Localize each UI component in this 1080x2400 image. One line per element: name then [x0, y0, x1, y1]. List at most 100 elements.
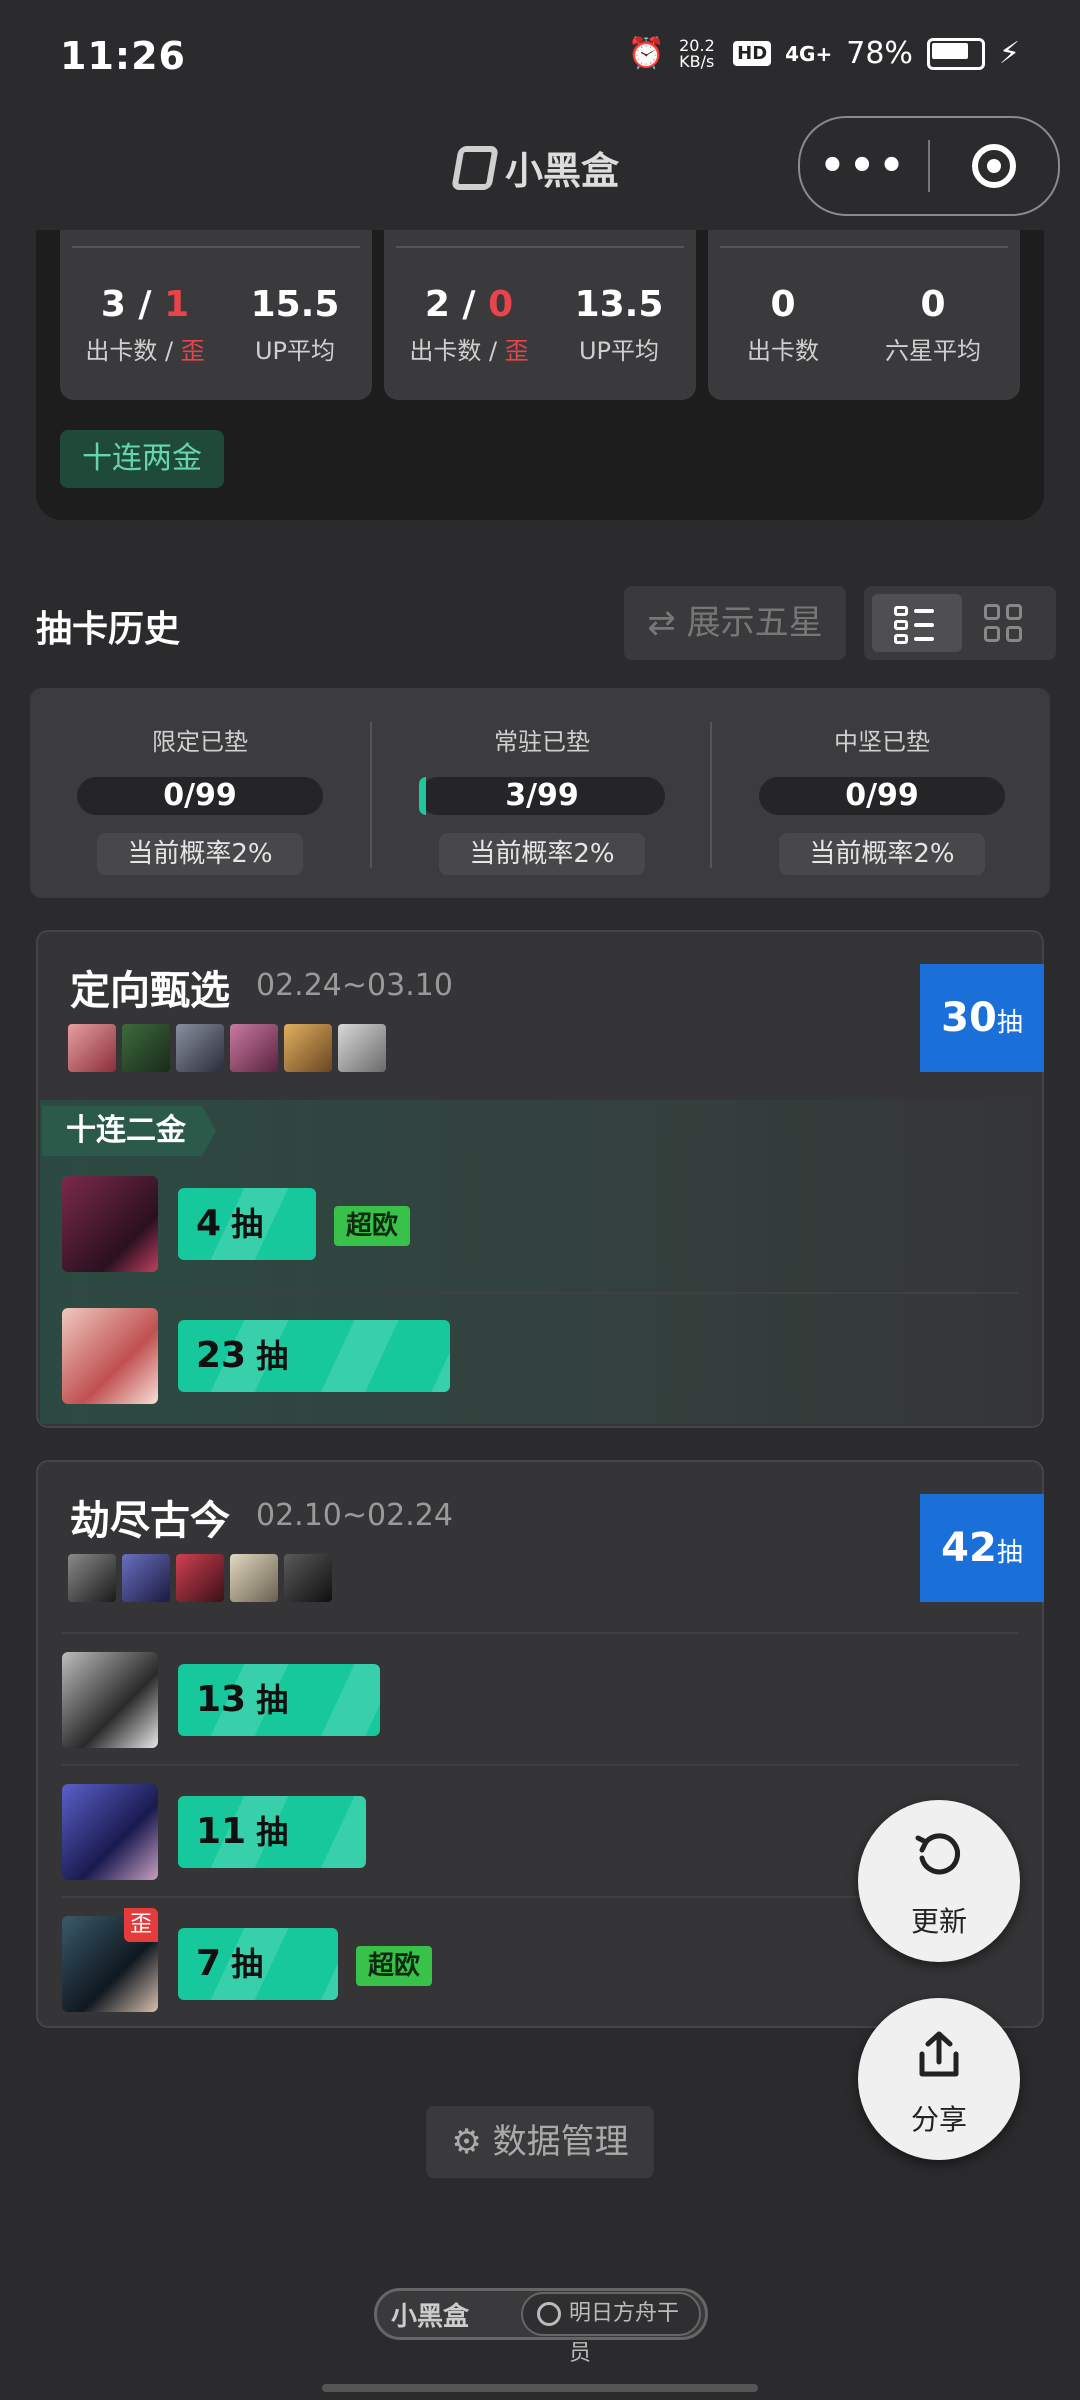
featured-operators	[68, 1554, 332, 1602]
pull-unit: 抽	[231, 1945, 264, 1983]
pity-bar: 0/99	[759, 777, 1005, 815]
banner-date: 02.10~02.24	[256, 1498, 453, 1533]
stat-card-standard: 2 / 0 出卡数 / 歪 13.5 UP平均	[384, 230, 696, 400]
stat-label-off: 歪	[504, 337, 529, 365]
stat-pulls: 2 / 0 出卡数 / 歪	[409, 284, 529, 365]
operator-avatar	[338, 1024, 386, 1072]
footer-brand: 小黑盒	[391, 2301, 470, 2332]
featured-operators	[68, 1024, 386, 1072]
battery-icon	[926, 37, 985, 70]
pull-row: 4抽 超欧	[62, 1158, 1002, 1288]
footer-brand-search[interactable]: 小黑盒 明日方舟干员	[374, 2288, 708, 2366]
divider	[72, 246, 360, 248]
pull-count-unit: 抽	[996, 1538, 1023, 1568]
pull-count-unit: 抽	[996, 1008, 1023, 1038]
operator-avatar	[284, 1024, 332, 1072]
pity-limited: 限定已垫 0/99 当前概率2%	[30, 688, 370, 898]
operator-portrait	[62, 1176, 158, 1272]
stat-value: 0	[920, 284, 946, 325]
operator-avatar	[176, 1554, 224, 1602]
pity-title: 中坚已垫	[834, 728, 930, 756]
pull-count-bar: 11 抽	[178, 1796, 366, 1868]
xiaoheihe-logo-icon	[451, 145, 499, 190]
stat-off-value: 0	[488, 284, 514, 325]
more-button[interactable]: •••	[800, 143, 928, 189]
alarm-icon: ⏰	[627, 36, 666, 71]
summary-card: 3 / 1 出卡数 / 歪 15.5 UP平均 2 / 0 出卡数 / 歪 13…	[36, 230, 1044, 520]
list-view-icon	[894, 604, 934, 644]
banner-name: 劫尽古今	[70, 1498, 230, 1544]
stat-pulls: 0 出卡数	[708, 284, 858, 366]
title-bar: 小黑盒 •••	[0, 110, 1080, 230]
pity-value: 0/99	[163, 778, 237, 813]
battery-percent: 78%	[846, 36, 913, 71]
pull-unit: 抽	[256, 1681, 289, 1719]
net-speed: 20.2 KB/s	[679, 35, 715, 71]
stat-value: 0	[770, 284, 796, 325]
stat-value: 3	[100, 284, 126, 325]
pull-unit: 抽	[256, 1337, 289, 1375]
charging-icon: ⚡	[998, 36, 1020, 71]
stat-label: 出卡数 /	[85, 337, 181, 365]
show-five-star-button[interactable]: ⇄ 展示五星	[624, 586, 846, 660]
data-management-button[interactable]: ⚙ 数据管理	[426, 2106, 654, 2178]
banner-card[interactable]: 定向甄选 02.24~03.10 30抽 十连二金 4抽 超欧 23 抽	[36, 930, 1044, 1428]
status-icons: ⏰ 20.2 KB/s HD 4G+ 78% ⚡	[628, 36, 1020, 71]
pull-count-bar: 13 抽	[178, 1664, 380, 1736]
pull-count-value: 42	[941, 1525, 997, 1571]
section-title: 抽卡历史	[36, 609, 181, 650]
data-management-label: 数据管理	[492, 2122, 629, 2162]
pull-count: 11	[196, 1811, 247, 1852]
refresh-button[interactable]: 更新	[858, 1800, 1020, 1962]
ten-pull-tag: 十连两金	[60, 430, 224, 488]
stat-six-star-avg: 0 六星平均	[858, 284, 1008, 366]
operator-avatar	[284, 1554, 332, 1602]
divider	[396, 246, 684, 248]
stat-value: 15.5	[250, 284, 340, 325]
pity-core: 中坚已垫 0/99 当前概率2%	[712, 688, 1052, 898]
pull-count: 23	[196, 1335, 247, 1376]
lucky-badge: 超欧	[356, 1946, 433, 1986]
divider	[720, 246, 1008, 248]
operator-avatar	[230, 1554, 278, 1602]
share-button[interactable]: 分享	[858, 1998, 1020, 2160]
pity-rate: 当前概率2%	[439, 833, 645, 875]
pull-row: 23 抽	[62, 1290, 1002, 1420]
lucky-badge: 超欧	[334, 1206, 411, 1246]
stat-label: 出卡数 /	[409, 337, 505, 365]
operator-avatar	[68, 1024, 116, 1072]
pity-rate: 当前概率2%	[779, 833, 985, 875]
pull-count: 7	[196, 1943, 222, 1984]
pity-value: 0/99	[845, 778, 919, 813]
share-icon	[919, 2031, 959, 2077]
pity-standard: 常驻已垫 3/99 当前概率2%	[372, 688, 712, 898]
operator-avatar	[68, 1554, 116, 1602]
clock: 11:26	[60, 34, 186, 78]
operator-portrait	[62, 1784, 158, 1880]
pull-count: 4	[196, 1203, 222, 1244]
pity-panel: 限定已垫 0/99 当前概率2% 常驻已垫 3/99 当前概率2% 中坚已垫 0…	[30, 688, 1050, 898]
mini-program-capsule: •••	[798, 116, 1060, 216]
stat-up-avg: 15.5 UP平均	[230, 284, 360, 366]
operator-portrait	[62, 1652, 158, 1748]
pull-count-bar: 23 抽	[178, 1320, 450, 1392]
hd-icon: HD	[733, 41, 772, 66]
banner-pull-count: 30抽	[920, 964, 1044, 1072]
footer-search[interactable]: 明日方舟干员	[521, 2292, 701, 2366]
refresh-icon	[915, 1833, 960, 1875]
home-indicator[interactable]	[322, 2384, 758, 2392]
gear-icon: ⚙	[451, 2122, 482, 2162]
brand-name: 小黑盒	[505, 149, 620, 193]
operator-portrait	[62, 1308, 158, 1404]
stat-card-core: 0 出卡数 0 六星平均	[708, 230, 1020, 400]
stat-value: 13.5	[574, 284, 664, 325]
signal-icon: 4G+	[785, 41, 833, 66]
pity-title: 常驻已垫	[494, 728, 590, 756]
grid-view-icon[interactable]	[984, 604, 1024, 644]
pull-count-value: 30	[941, 995, 997, 1041]
stat-value: 2	[424, 284, 450, 325]
close-button[interactable]	[930, 144, 1058, 188]
banner-name: 定向甄选	[70, 968, 230, 1014]
stat-label: 出卡数	[747, 337, 819, 365]
pity-value: 3/99	[505, 778, 579, 813]
